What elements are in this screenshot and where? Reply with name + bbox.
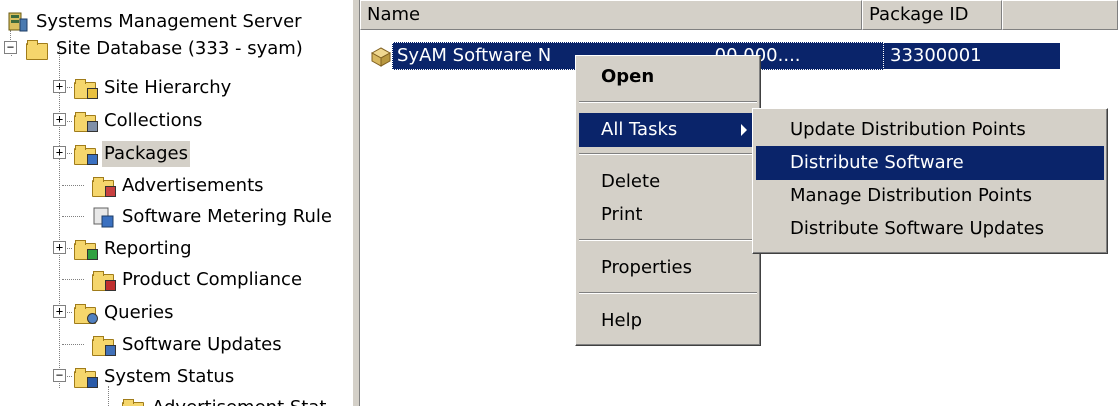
menu-item-label: Delete	[601, 171, 661, 192]
console-tree: Systems Management Server − Site Databas…	[0, 0, 352, 406]
tree-item-label: Packages	[102, 140, 190, 167]
menu-separator	[579, 101, 757, 103]
tree-item-label: Site Database (333 - syam)	[56, 37, 303, 59]
menu-separator	[579, 153, 757, 155]
tree-item-label: Product Compliance	[122, 268, 303, 290]
tree-item-advertisements[interactable]: Advertisements	[92, 170, 266, 201]
tree-item-label: Advertisement Stat	[150, 395, 328, 406]
column-header-label: Name	[367, 4, 421, 25]
menu-item-label: Print	[601, 204, 643, 225]
column-header-label: Package ID	[869, 4, 969, 25]
database-folder-icon	[26, 38, 48, 60]
collapse-toggle[interactable]: −	[53, 369, 66, 382]
site-hierarchy-icon	[74, 77, 98, 99]
tree-item-system-status[interactable]: System Status	[74, 361, 236, 392]
tree-item-site-hierarchy[interactable]: Site Hierarchy	[74, 72, 233, 103]
tree-item-reporting[interactable]: Reporting	[74, 233, 194, 264]
expand-toggle[interactable]: +	[53, 241, 66, 254]
packages-icon	[74, 143, 98, 165]
menu-separator	[579, 292, 757, 294]
tree-item-label: Systems Management Server	[36, 10, 302, 32]
package-id-cell: 33300001	[884, 43, 1060, 69]
menu-item-delete[interactable]: Delete	[579, 165, 757, 199]
submenu-arrow-icon	[741, 124, 747, 136]
tree-item-product-compliance[interactable]: Product Compliance	[92, 264, 304, 295]
menu-item-label: Open	[601, 66, 655, 87]
tree-item-site-database[interactable]: Site Database (333 - syam)	[26, 33, 305, 64]
product-compliance-icon	[92, 269, 116, 291]
software-updates-icon	[92, 334, 116, 356]
menu-item-update-distribution-points[interactable]: Update Distribution Points	[756, 113, 1104, 147]
tree-item-software-metering-rules[interactable]: Software Metering Rule	[92, 201, 334, 232]
tree-item-advertisement-status[interactable]: Advertisement Stat	[122, 392, 328, 406]
package-name-text: SyAM Software N	[397, 45, 552, 66]
collections-icon	[74, 110, 98, 132]
all-tasks-submenu: Update Distribution Points Distribute So…	[752, 108, 1108, 254]
menu-item-manage-distribution-points[interactable]: Manage Distribution Points	[756, 179, 1104, 213]
advertisements-icon	[92, 175, 116, 197]
reporting-icon	[74, 238, 98, 260]
tree-item-label: Collections	[104, 109, 203, 131]
tree-item-label: Software Metering Rule	[122, 205, 332, 227]
menu-item-all-tasks[interactable]: All Tasks	[579, 113, 757, 147]
menu-item-properties[interactable]: Properties	[579, 251, 757, 285]
menu-item-open[interactable]: Open	[579, 60, 757, 94]
tree-item-label: Reporting	[104, 237, 192, 259]
menu-item-help[interactable]: Help	[579, 304, 757, 338]
menu-item-label: Properties	[601, 257, 692, 278]
expand-toggle[interactable]: +	[53, 80, 66, 93]
software-metering-icon	[92, 206, 114, 228]
expand-toggle[interactable]: +	[53, 305, 66, 318]
column-header-empty[interactable]	[1002, 0, 1118, 30]
menu-item-label: Help	[601, 310, 643, 331]
menu-item-label: Distribute Software Updates	[790, 218, 1045, 239]
menu-item-label: Manage Distribution Points	[790, 185, 1033, 206]
system-status-icon	[74, 366, 98, 388]
menu-item-print[interactable]: Print	[579, 198, 757, 232]
queries-icon	[74, 302, 98, 324]
menu-separator	[579, 239, 757, 241]
column-header-name[interactable]: Name	[360, 0, 862, 30]
tree-item-collections[interactable]: Collections	[74, 105, 204, 136]
menu-item-label: All Tasks	[601, 119, 678, 140]
expand-toggle[interactable]: +	[53, 113, 66, 126]
column-header-package-id[interactable]: Package ID	[862, 0, 1002, 30]
advertisement-status-icon	[122, 397, 144, 406]
menu-item-distribute-software-updates[interactable]: Distribute Software Updates	[756, 212, 1104, 246]
context-menu: Open All Tasks Delete Print Properties H…	[575, 55, 761, 346]
tree-item-software-updates[interactable]: Software Updates	[92, 329, 284, 360]
package-icon	[370, 45, 392, 67]
pane-splitter[interactable]	[352, 0, 360, 406]
tree-item-label: Advertisements	[122, 174, 264, 196]
collapse-toggle[interactable]: −	[4, 41, 17, 54]
menu-item-label: Update Distribution Points	[790, 119, 1026, 140]
expand-toggle[interactable]: +	[53, 146, 66, 159]
tree-item-label: Site Hierarchy	[104, 76, 232, 98]
tree-item-label: System Status	[104, 365, 235, 387]
server-icon	[6, 11, 28, 33]
tree-item-label: Software Updates	[122, 333, 282, 355]
tree-item-label: Queries	[104, 301, 174, 323]
tree-item-queries[interactable]: Queries	[74, 297, 176, 328]
tree-item-packages[interactable]: Packages	[74, 138, 190, 169]
menu-item-label: Distribute Software	[790, 152, 964, 173]
menu-item-distribute-software[interactable]: Distribute Software	[756, 146, 1104, 180]
